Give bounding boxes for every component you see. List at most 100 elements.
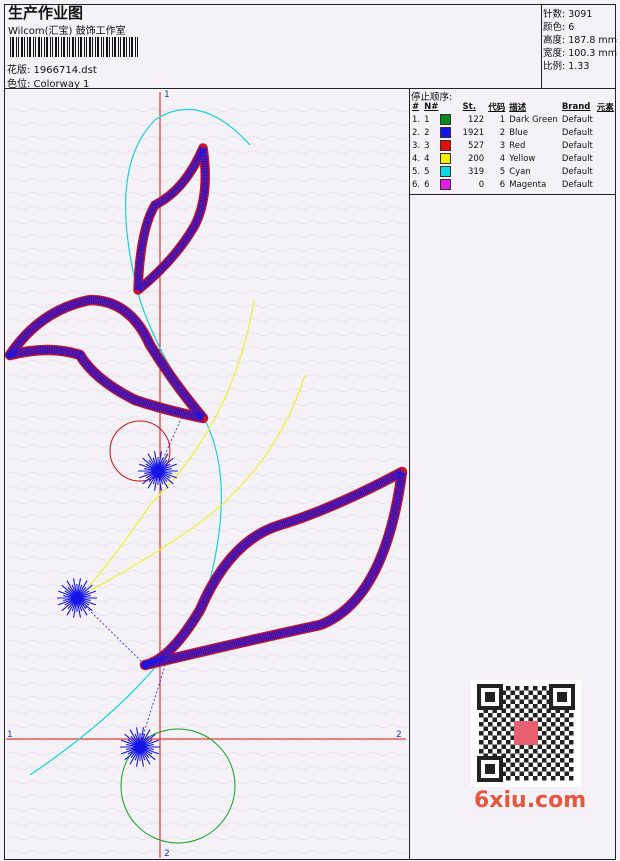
qr-module [542,704,547,709]
qr-module [501,717,506,722]
qr-module [537,735,542,740]
qr-module [551,740,556,745]
qr-code [471,680,581,787]
qr-module [542,731,547,736]
qr-module [519,690,524,695]
qr-module [546,744,551,749]
axis-label-left: 1 [7,730,13,740]
qr-module [551,749,556,754]
qr-module [546,717,551,722]
background-pattern [7,276,409,280]
background-pattern [7,374,409,378]
background-pattern [7,850,409,854]
background-pattern [7,556,409,560]
qr-module [515,767,520,772]
qr-module [524,704,529,709]
qr-module [515,695,520,700]
star-burst-center [135,742,145,752]
qr-module [501,744,506,749]
qr-module [569,749,574,754]
qr-module [492,744,497,749]
qr-module [564,762,569,767]
qr-module [497,749,502,754]
qr-logo-seal [514,721,538,745]
qr-module [533,767,538,772]
qr-module [510,744,515,749]
qr-module [569,740,574,745]
qr-module [546,726,551,731]
qr-module [488,731,493,736]
qr-module [528,753,533,758]
qr-module [524,686,529,691]
qr-finder-center [557,692,567,702]
qr-module [542,749,547,754]
qr-module [497,740,502,745]
qr-module [515,686,520,691]
qr-module [537,771,542,776]
background-pattern [7,402,409,406]
qr-module [546,762,551,767]
qr-module [479,713,484,718]
background-pattern [7,108,409,112]
qr-module [555,726,560,731]
qr-module [510,762,515,767]
qr-module [551,722,556,727]
qr-module [551,776,556,781]
watermark: 6xiu.com [474,788,587,813]
qr-module [542,758,547,763]
qr-module [528,708,533,713]
background-pattern [7,206,409,210]
qr-module [506,704,511,709]
axis-label-top: 1 [164,90,170,100]
qr-finder-center [485,692,495,702]
qr-module [569,767,574,772]
background-pattern [7,542,409,546]
qr-module [515,713,520,718]
qr-module [519,753,524,758]
background-pattern [7,752,409,756]
qr-module [555,717,560,722]
qr-module [488,713,493,718]
qr-module [564,744,569,749]
qr-module [533,713,538,718]
qr-module [519,762,524,767]
qr-module [537,762,542,767]
qr-module [510,699,515,704]
qr-module [569,758,574,763]
qr-module [542,722,547,727]
qr-module [510,690,515,695]
background-pattern [7,248,409,252]
qr-module [519,699,524,704]
qr-module [551,731,556,736]
qr-module [560,722,565,727]
qr-module [479,740,484,745]
qr-module [564,726,569,731]
qr-module [501,735,506,740]
qr-module [533,776,538,781]
background-pattern [7,640,409,644]
qr-module [537,753,542,758]
qr-module [533,758,538,763]
background-pattern [7,290,409,294]
qr-module [569,722,574,727]
middle-leaf-edge [4,294,209,424]
qr-module [506,713,511,718]
qr-module [524,758,529,763]
qr-module [506,686,511,691]
qr-module [555,771,560,776]
star-burst-center [72,593,82,603]
background-pattern [7,822,409,826]
qr-module [537,726,542,731]
background-pattern [7,472,409,476]
background-pattern [7,766,409,770]
background-pattern [7,794,409,798]
qr-module [488,749,493,754]
qr-module [533,749,538,754]
qr-module [528,744,533,749]
qr-module [497,722,502,727]
qr-module [569,713,574,718]
qr-module [560,740,565,745]
qr-module [483,735,488,740]
qr-module [569,731,574,736]
qr-module [542,776,547,781]
